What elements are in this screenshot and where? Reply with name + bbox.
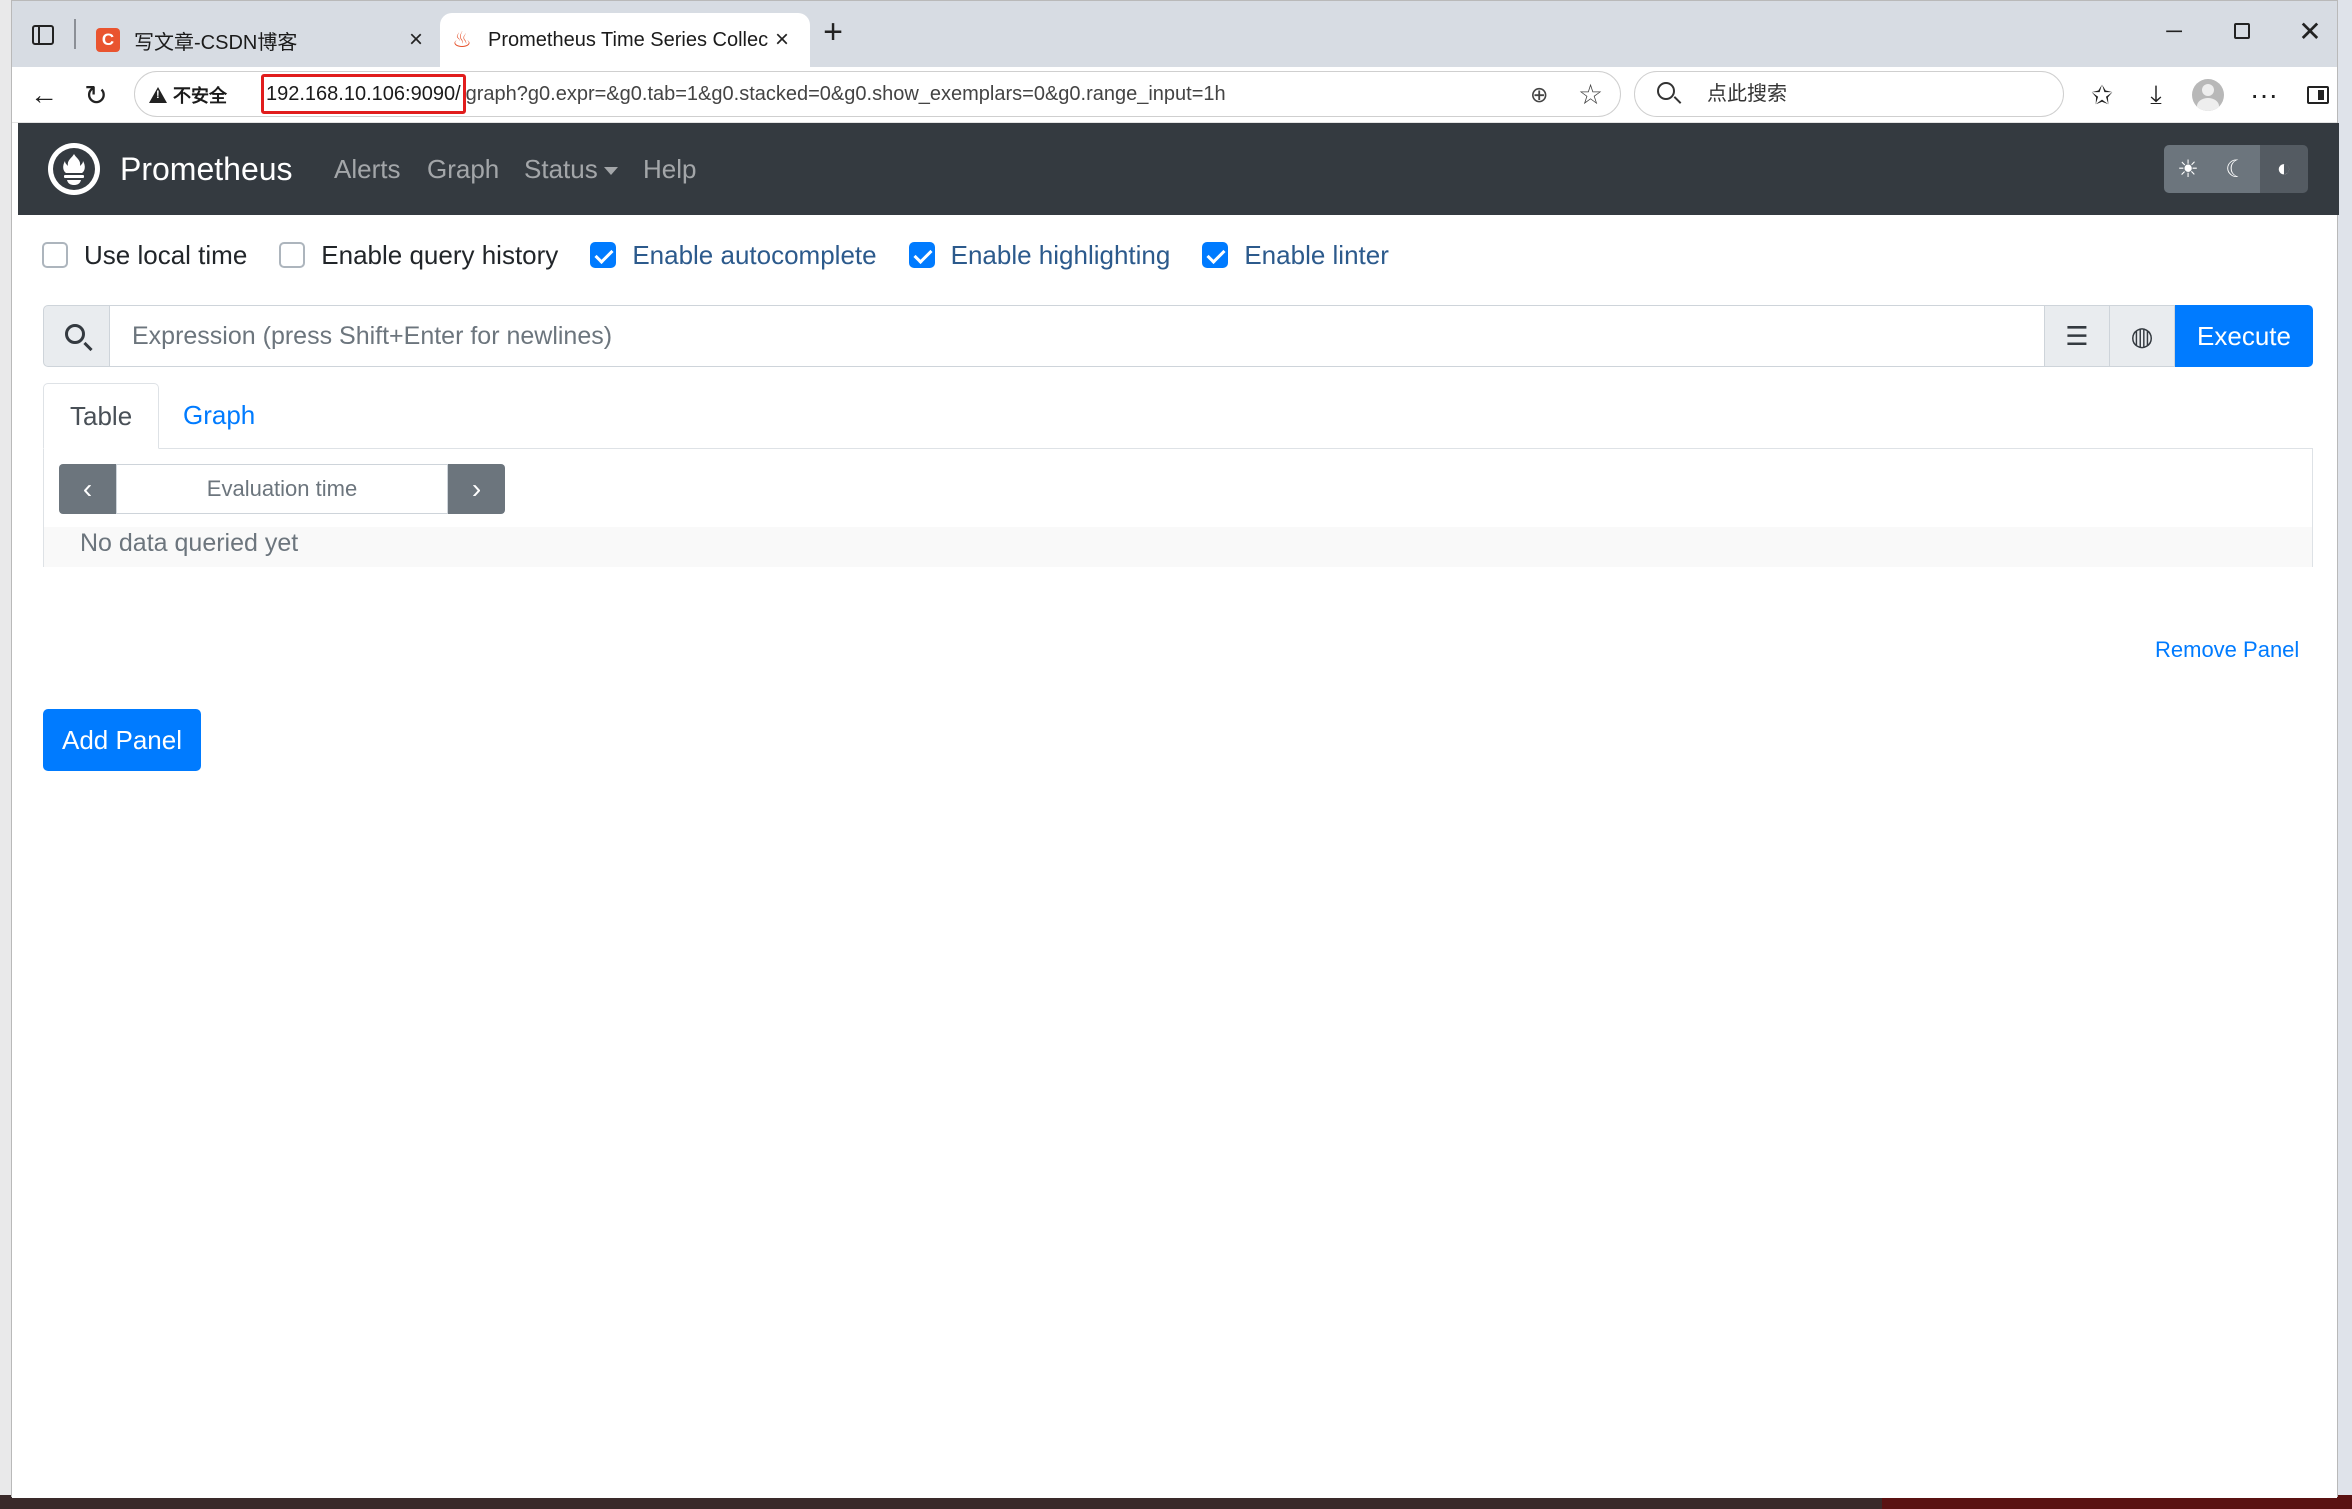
evaluation-time-input[interactable]: Evaluation time (116, 464, 448, 514)
execute-button[interactable]: Execute (2175, 305, 2313, 367)
checkbox-checked[interactable] (908, 242, 935, 268)
metrics-explorer-icon[interactable]: ◍ (2110, 305, 2175, 367)
checkbox-unchecked[interactable] (42, 242, 68, 268)
tab-close-icon[interactable]: × (768, 26, 796, 54)
nav-alerts[interactable]: Alerts (334, 123, 400, 215)
prometheus-favicon-icon: ♨ (452, 27, 472, 52)
security-label: 不安全 (173, 86, 227, 106)
table-panel: ‹ Evaluation time › No data queried yet (43, 449, 2313, 567)
profile-button[interactable] (2190, 77, 2226, 113)
search-placeholder: 点此搜索 (1707, 83, 1787, 105)
maximize-icon (2234, 23, 2250, 39)
new-tab-button[interactable]: + (816, 15, 850, 51)
download-icon[interactable]: ⤓ (2138, 77, 2174, 113)
eval-prev-button[interactable]: ‹ (59, 464, 116, 514)
tab-table[interactable]: Table (43, 383, 160, 449)
browser-search-box[interactable]: 点此搜索 (1634, 71, 2064, 117)
tab-close-icon[interactable]: × (402, 26, 430, 54)
sidebar-icon (2307, 86, 2329, 104)
remove-panel-link[interactable]: Remove Panel (2155, 637, 2299, 663)
tab-graph[interactable]: Graph (157, 383, 281, 449)
option-autocomplete[interactable]: Enable autocomplete (590, 239, 877, 271)
tab-csdn[interactable]: C 写文章-CSDN博客 × (86, 13, 444, 67)
brand-title[interactable]: Prometheus (120, 123, 293, 215)
desktop-right-edge (2338, 0, 2352, 1509)
nav-graph[interactable]: Graph (427, 123, 499, 215)
option-label: Enable highlighting (950, 239, 1171, 270)
browser-toolbar: ← ↻ 不安全 192.168.10.106:9090/graph?g0.exp… (12, 67, 2337, 123)
url-path: graph?g0.expr=&g0.tab=1&g0.stacked=0&g0.… (465, 83, 1226, 105)
minimize-button[interactable]: ─ (2154, 15, 2194, 47)
checkbox-unchecked[interactable] (279, 242, 306, 268)
search-icon (1657, 82, 1675, 100)
option-use-local-time[interactable]: Use local time (42, 240, 247, 271)
checkbox-checked[interactable] (590, 242, 617, 268)
tab-title: 写文章-CSDN博客 (134, 31, 298, 54)
prometheus-logo-icon[interactable] (48, 143, 100, 195)
zoom-icon[interactable]: ⊕ (1530, 82, 1548, 108)
light-theme-icon[interactable]: ☀ (2164, 145, 2212, 193)
security-indicator[interactable]: 不安全 (149, 82, 227, 108)
favorite-star-icon[interactable]: ☆ (1578, 78, 1603, 111)
expression-bar: Expression (press Shift+Enter for newlin… (43, 305, 2313, 367)
avatar-icon (2192, 79, 2224, 111)
back-button[interactable]: ← (24, 75, 64, 115)
warning-icon (149, 87, 167, 103)
url-host-highlight: 192.168.10.106:9090/ (261, 74, 466, 114)
evaluation-time-group: ‹ Evaluation time › (59, 464, 505, 514)
close-window-button[interactable]: ✕ (2290, 15, 2330, 47)
browser-window: C 写文章-CSDN博客 × ♨ Prometheus Time Series … (11, 0, 2339, 1498)
auto-theme-icon[interactable]: ◐ (2260, 145, 2308, 193)
more-menu-icon[interactable]: ··· (2246, 77, 2282, 113)
eval-next-button[interactable]: › (448, 464, 505, 514)
reload-button[interactable]: ↻ (76, 75, 116, 115)
tab-strip: C 写文章-CSDN博客 × ♨ Prometheus Time Series … (12, 1, 2337, 67)
expression-input[interactable]: Expression (press Shift+Enter for newlin… (110, 305, 2045, 367)
url-text[interactable]: 192.168.10.106:9090/graph?g0.expr=&g0.ta… (261, 72, 1226, 116)
address-bar[interactable]: 不安全 192.168.10.106:9090/graph?g0.expr=&g… (134, 71, 1621, 117)
empty-message: No data queried yet (44, 527, 2312, 567)
format-expression-icon[interactable]: ☰ (2045, 305, 2110, 367)
add-panel-button[interactable]: Add Panel (43, 709, 201, 771)
option-label: Enable linter (1244, 239, 1389, 270)
tab-title: Prometheus Time Series Collection and Pr… (488, 28, 768, 51)
maximize-button[interactable] (2222, 15, 2262, 47)
favorites-icon[interactable]: ✩ (2084, 77, 2120, 113)
option-label: Enable autocomplete (632, 239, 877, 270)
option-label: Enable query history (321, 239, 559, 270)
tab-actions-icon (32, 25, 54, 45)
prometheus-page: Prometheus Alerts Graph Status Help ☀ ☾ … (12, 123, 2339, 1498)
panel-tabs: Table Graph (43, 383, 2313, 449)
sidebar-toggle-button[interactable] (2300, 77, 2336, 113)
query-options: Use local time Enable query history Enab… (42, 238, 1421, 272)
option-query-history[interactable]: Enable query history (279, 240, 558, 271)
tab-actions-button[interactable] (28, 20, 58, 50)
option-linter[interactable]: Enable linter (1202, 240, 1389, 271)
theme-toggle-group: ☀ ☾ ◐ (2164, 145, 2308, 193)
search-icon-addon (43, 305, 110, 367)
nav-status-dropdown[interactable]: Status (524, 123, 618, 215)
app-navbar: Prometheus Alerts Graph Status Help ☀ ☾ … (18, 123, 2339, 215)
nav-help[interactable]: Help (643, 123, 696, 215)
caret-down-icon (603, 167, 618, 176)
tab-prometheus[interactable]: ♨ Prometheus Time Series Collection and … (440, 13, 810, 67)
option-label: Use local time (84, 239, 248, 270)
search-icon (64, 324, 85, 344)
option-highlighting[interactable]: Enable highlighting (908, 239, 1171, 271)
nav-status-label: Status (524, 154, 598, 184)
tab-separator (74, 19, 76, 49)
prometheus-logo-svg (53, 148, 95, 190)
checkbox-checked[interactable] (1202, 242, 1229, 268)
csdn-favicon-icon: C (96, 28, 120, 52)
dark-theme-icon[interactable]: ☾ (2212, 145, 2260, 193)
